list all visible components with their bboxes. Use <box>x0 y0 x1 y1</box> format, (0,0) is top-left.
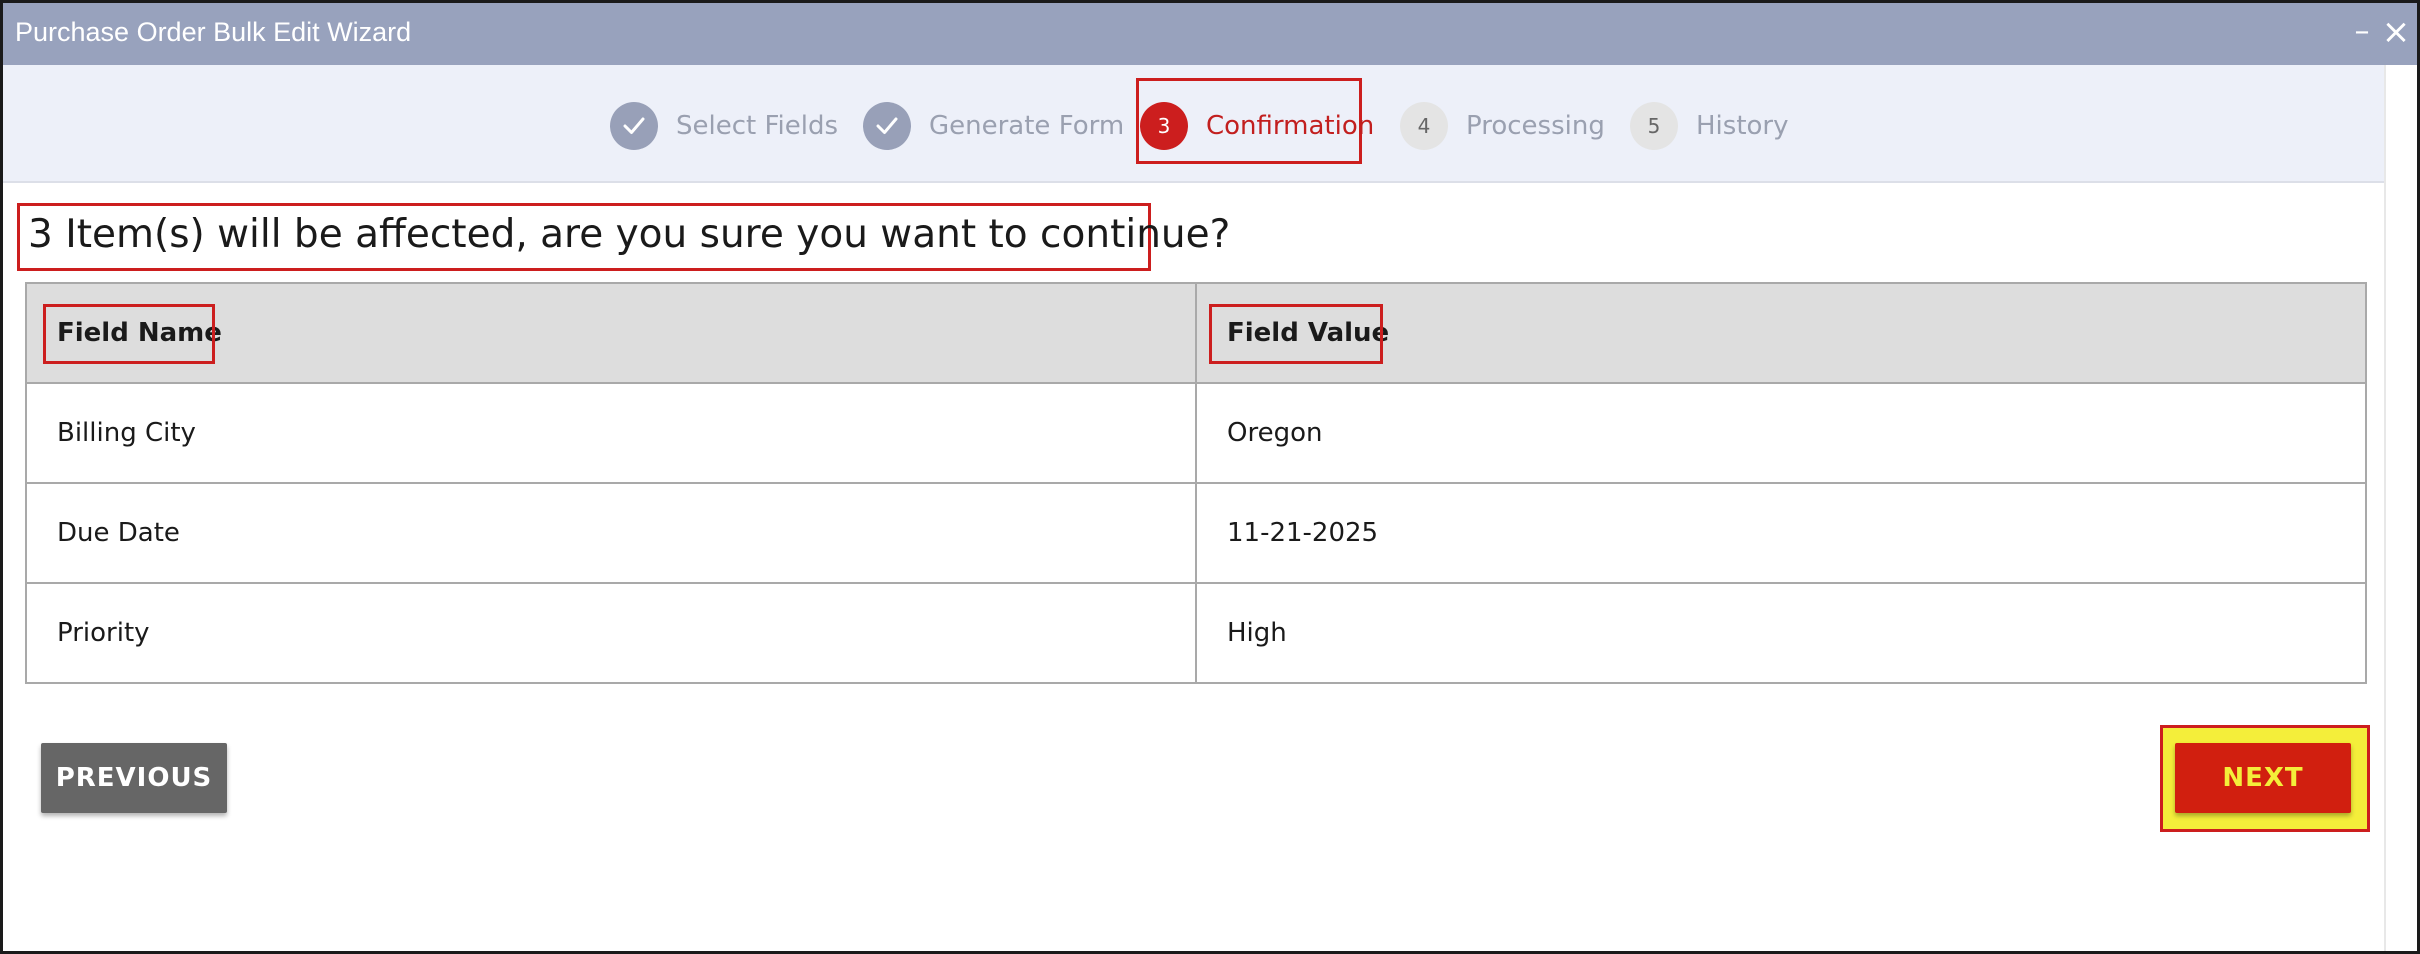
field-name-cell: Due Date <box>25 482 1197 584</box>
confirmation-message-box: 3 Item(s) will be affected, are you sure… <box>17 203 1230 271</box>
table-row: Billing City Oregon <box>25 382 2367 484</box>
step-number: 4 <box>1400 102 1448 150</box>
step-number: 5 <box>1630 102 1678 150</box>
step-label: Generate Form <box>929 111 1125 141</box>
check-icon <box>610 102 658 150</box>
title-bar: Purchase Order Bulk Edit Wizard – × <box>3 3 2417 65</box>
table-header-row: Field Name Field Value <box>25 282 2367 384</box>
field-value-cell: 11-21-2025 <box>1195 482 2367 584</box>
field-name-cell: Priority <box>25 582 1197 684</box>
step-label: History <box>1696 111 1789 141</box>
field-value-cell: Oregon <box>1195 382 2367 484</box>
header-highlight <box>43 304 215 364</box>
minimize-icon[interactable]: – <box>2347 17 2377 47</box>
step-label: Confirmation <box>1206 111 1375 141</box>
close-icon[interactable]: × <box>2381 15 2411 49</box>
scrollbar[interactable] <box>2384 65 2417 951</box>
field-name-cell: Billing City <box>25 382 1197 484</box>
previous-button[interactable]: PREVIOUS <box>41 743 227 813</box>
step-confirmation[interactable]: 3 Confirmation <box>1140 101 1374 151</box>
field-name-header: Field Name <box>25 282 1197 384</box>
field-value-cell: High <box>1195 582 2367 684</box>
step-label: Processing <box>1466 111 1605 141</box>
step-generate-form[interactable]: Generate Form <box>863 101 1124 151</box>
field-value-header: Field Value <box>1195 282 2367 384</box>
table-row: Priority High <box>25 582 2367 684</box>
confirmation-message: 3 Item(s) will be affected, are you sure… <box>28 212 1231 257</box>
next-button[interactable]: NEXT <box>2175 743 2351 813</box>
header-highlight <box>1209 304 1383 364</box>
step-select-fields[interactable]: Select Fields <box>610 101 838 151</box>
fields-table: Field Name Field Value Billing City Oreg… <box>25 282 2367 684</box>
step-processing[interactable]: 4 Processing <box>1400 101 1605 151</box>
step-history[interactable]: 5 History <box>1630 101 1789 151</box>
table-row: Due Date 11-21-2025 <box>25 482 2367 584</box>
window-title: Purchase Order Bulk Edit Wizard <box>15 17 412 47</box>
wizard-window: Purchase Order Bulk Edit Wizard – × Sele… <box>0 0 2420 954</box>
check-icon <box>863 102 911 150</box>
step-label: Select Fields <box>676 111 839 141</box>
wizard-stepper: Select Fields Generate Form 3 Confirmati… <box>3 65 2386 183</box>
step-number: 3 <box>1140 102 1188 150</box>
